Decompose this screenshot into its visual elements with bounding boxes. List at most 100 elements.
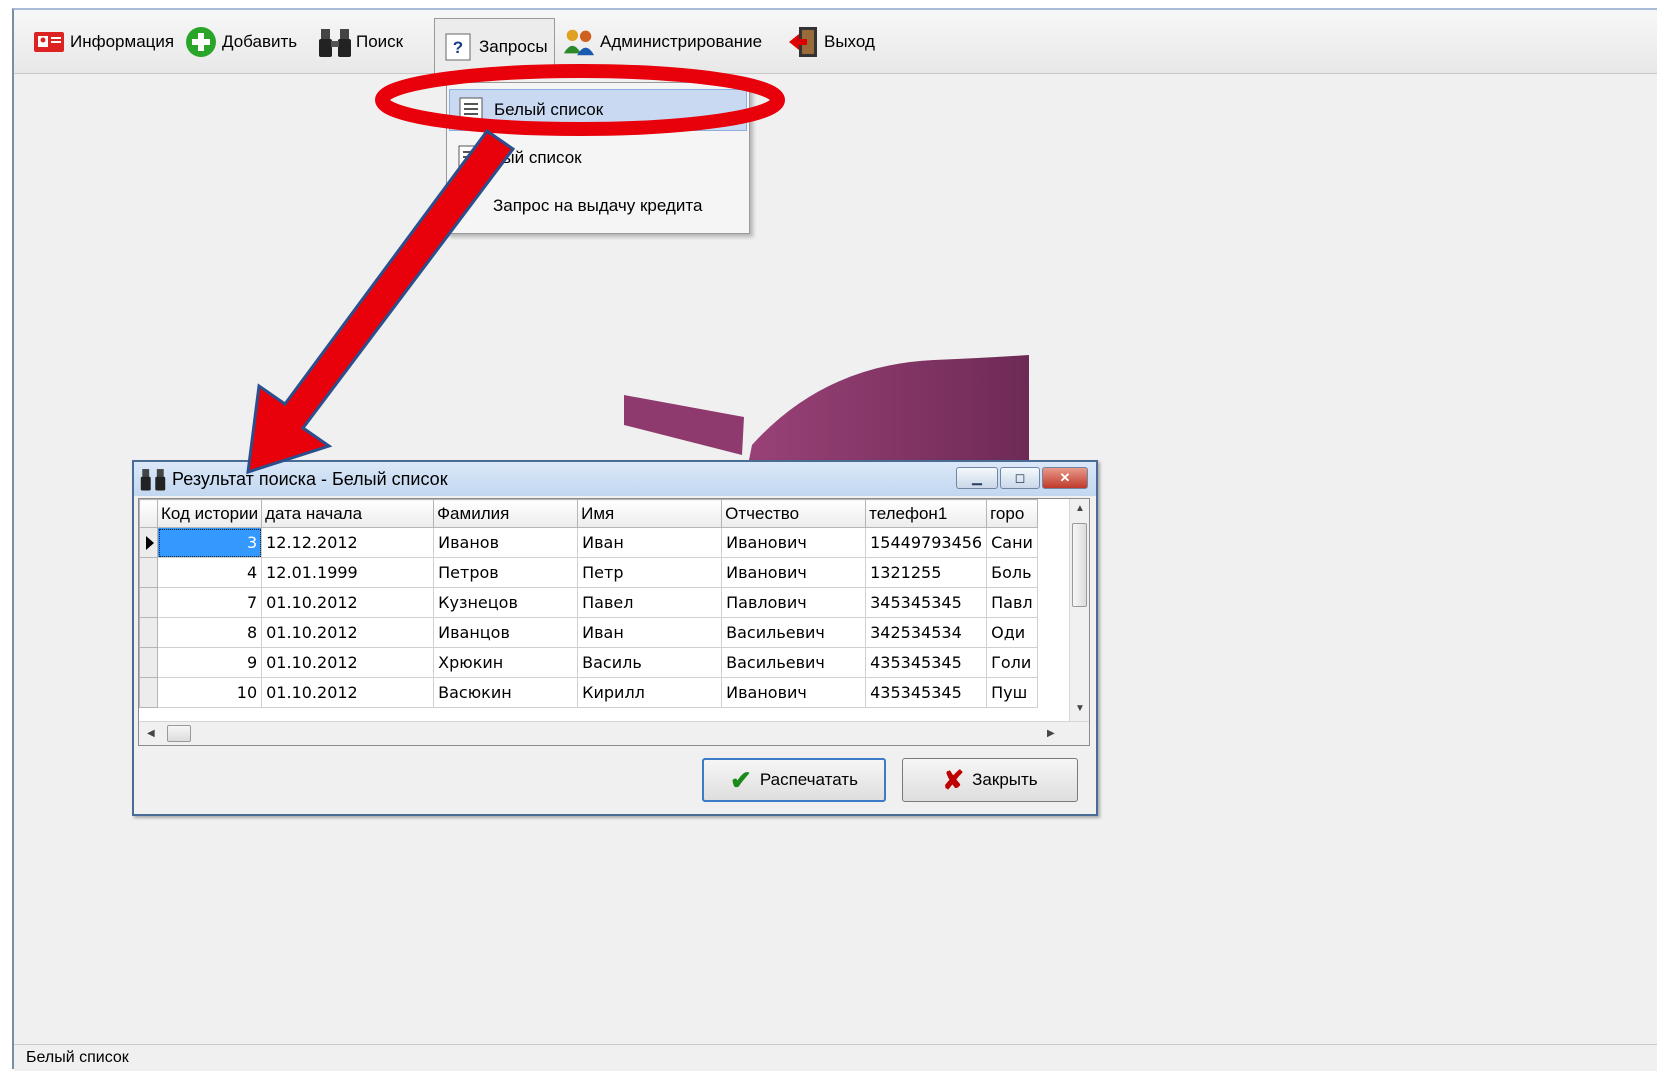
table-cell[interactable]: Сани	[986, 527, 1038, 558]
table-cell[interactable]: Васюкин	[433, 677, 579, 708]
table-cell[interactable]: 10	[156, 677, 263, 708]
window-close-button[interactable]: ✕	[1042, 467, 1088, 489]
table-cell[interactable]: Пуш	[986, 677, 1038, 708]
maximize-icon: ◻	[1014, 470, 1026, 485]
vertical-scroll-thumb[interactable]	[1072, 523, 1087, 607]
toolbar-info-button[interactable]: Информация	[32, 20, 174, 64]
row-indicator-header	[139, 499, 158, 528]
list-icon	[458, 145, 482, 171]
menu-item-credit-request[interactable]: Запрос на выдачу кредита	[449, 185, 747, 227]
help-icon-glyph: ?	[453, 38, 463, 57]
table-cell[interactable]: Иванович	[721, 677, 867, 708]
table-cell[interactable]: 01.10.2012	[261, 677, 435, 708]
toolbar-admin-button[interactable]: Администрирование	[562, 20, 762, 64]
column-header[interactable]: телефон1	[865, 499, 988, 528]
table-cell[interactable]: Петр	[577, 557, 723, 588]
table-cell[interactable]: Хрюкин	[433, 647, 579, 678]
table-cell[interactable]: 1321255	[865, 557, 988, 588]
table-cell[interactable]: Иван	[577, 617, 723, 648]
row-indicator[interactable]	[139, 647, 158, 678]
row-indicator[interactable]	[139, 677, 158, 708]
current-row-arrow-icon	[146, 535, 154, 550]
column-header[interactable]: Фамилия	[433, 499, 579, 528]
toolbar-queries-button[interactable]: ? Запросы	[434, 18, 555, 74]
row-indicator[interactable]	[139, 527, 158, 558]
table-row[interactable]: 7 01.10.2012 Кузнецов Павел Павлович 345…	[139, 587, 1038, 618]
table-cell[interactable]: Кирилл	[577, 677, 723, 708]
horizontal-scrollbar[interactable]: ◀ ▶	[139, 721, 1089, 745]
table-cell[interactable]: 12.01.1999	[261, 557, 435, 588]
table-cell[interactable]: Иванович	[721, 557, 867, 588]
menu-item-black-list[interactable]: ный список	[449, 137, 747, 179]
table-cell[interactable]: Голи	[986, 647, 1038, 678]
list-icon	[459, 97, 483, 123]
print-button[interactable]: ✔ Распечатать	[702, 758, 886, 802]
menu-item-label: ный список	[493, 148, 582, 167]
table-cell[interactable]: Павл	[986, 587, 1038, 618]
table-cell[interactable]: Петров	[433, 557, 579, 588]
table-cell[interactable]: 12.12.2012	[261, 527, 435, 558]
table-cell[interactable]: 9	[156, 647, 263, 678]
table-cell[interactable]: 01.10.2012	[261, 617, 435, 648]
table-cell[interactable]: Васильевич	[721, 647, 867, 678]
toolbar-exit-button[interactable]: Выход	[786, 20, 875, 64]
scroll-left-arrow-icon[interactable]: ◀	[147, 728, 155, 739]
close-button-label: Закрыть	[972, 770, 1038, 789]
menu-item-white-list[interactable]: Белый список	[449, 89, 747, 131]
dialog-title-bar[interactable]: Результат поиска - Белый список ▁ ◻ ✕	[134, 462, 1096, 496]
row-indicator[interactable]	[139, 557, 158, 588]
table-cell[interactable]: Иванцов	[433, 617, 579, 648]
table-cell[interactable]: 3	[156, 527, 263, 558]
minimize-button[interactable]: ▁	[956, 467, 998, 489]
table-row[interactable]: 4 12.01.1999 Петров Петр Иванович 132125…	[139, 557, 1038, 588]
vertical-scrollbar[interactable]: ▲ ▼	[1069, 499, 1089, 721]
table-cell[interactable]: 01.10.2012	[261, 647, 435, 678]
toolbar-search-button[interactable]: Поиск	[318, 20, 403, 64]
table-cell[interactable]: 01.10.2012	[261, 587, 435, 618]
table-cell[interactable]: Иванов	[433, 527, 579, 558]
table-cell[interactable]: 342534534	[865, 617, 988, 648]
horizontal-scroll-thumb[interactable]	[167, 725, 191, 742]
table-cell[interactable]: Иван	[577, 527, 723, 558]
close-button[interactable]: ✘ Закрыть	[902, 758, 1078, 802]
table-cell[interactable]: 435345345	[865, 677, 988, 708]
table-cell[interactable]: Василь	[577, 647, 723, 678]
users-icon	[562, 25, 596, 59]
table-cell[interactable]: 7	[156, 587, 263, 618]
table-row[interactable]: 10 01.10.2012 Васюкин Кирилл Иванович 43…	[139, 677, 1038, 708]
table-cell[interactable]: Иванович	[721, 527, 867, 558]
table-cell[interactable]: 8	[156, 617, 263, 648]
column-header[interactable]: Отчество	[721, 499, 867, 528]
toolbar-add-button[interactable]: Добавить	[184, 20, 297, 64]
table-row[interactable]: 8 01.10.2012 Иванцов Иван Васильевич 342…	[139, 617, 1038, 648]
column-header[interactable]: горо	[986, 499, 1038, 528]
table-cell[interactable]: 15449793456	[865, 527, 988, 558]
column-header[interactable]: Код истории	[156, 499, 263, 528]
table-cell[interactable]: Павел	[577, 587, 723, 618]
table-cell[interactable]: Павлович	[721, 587, 867, 618]
table-cell[interactable]: 435345345	[865, 647, 988, 678]
help-icon: ?	[441, 30, 475, 64]
column-header[interactable]: Имя	[577, 499, 723, 528]
table-row[interactable]: 3 12.12.2012 Иванов Иван Иванович 154497…	[139, 527, 1038, 558]
table-cell[interactable]: Кузнецов	[433, 587, 579, 618]
scroll-down-arrow-icon[interactable]: ▼	[1075, 703, 1085, 714]
menu-item-label: Запрос на выдачу кредита	[493, 196, 703, 215]
table-cell[interactable]: Оди	[986, 617, 1038, 648]
column-header[interactable]: дата начала	[261, 499, 435, 528]
binoculars-icon	[140, 466, 166, 492]
row-indicator[interactable]	[139, 617, 158, 648]
toolbar: Информация Добавить Поиск ? Запросы Адми…	[14, 10, 1657, 74]
table-cell[interactable]: Боль	[986, 557, 1038, 588]
scroll-right-arrow-icon[interactable]: ▶	[1047, 728, 1055, 739]
table-row[interactable]: 9 01.10.2012 Хрюкин Василь Васильевич 43…	[139, 647, 1038, 678]
table-cell[interactable]: Васильевич	[721, 617, 867, 648]
dialog-title: Результат поиска - Белый список	[172, 468, 448, 489]
scroll-up-arrow-icon[interactable]: ▲	[1075, 503, 1085, 514]
row-indicator[interactable]	[139, 587, 158, 618]
table-cell[interactable]: 4	[156, 557, 263, 588]
app-window: Информация Добавить Поиск ? Запросы Адми…	[0, 0, 1657, 1071]
minimize-icon: ▁	[972, 470, 982, 485]
table-cell[interactable]: 345345345	[865, 587, 988, 618]
maximize-button[interactable]: ◻	[1000, 467, 1040, 489]
